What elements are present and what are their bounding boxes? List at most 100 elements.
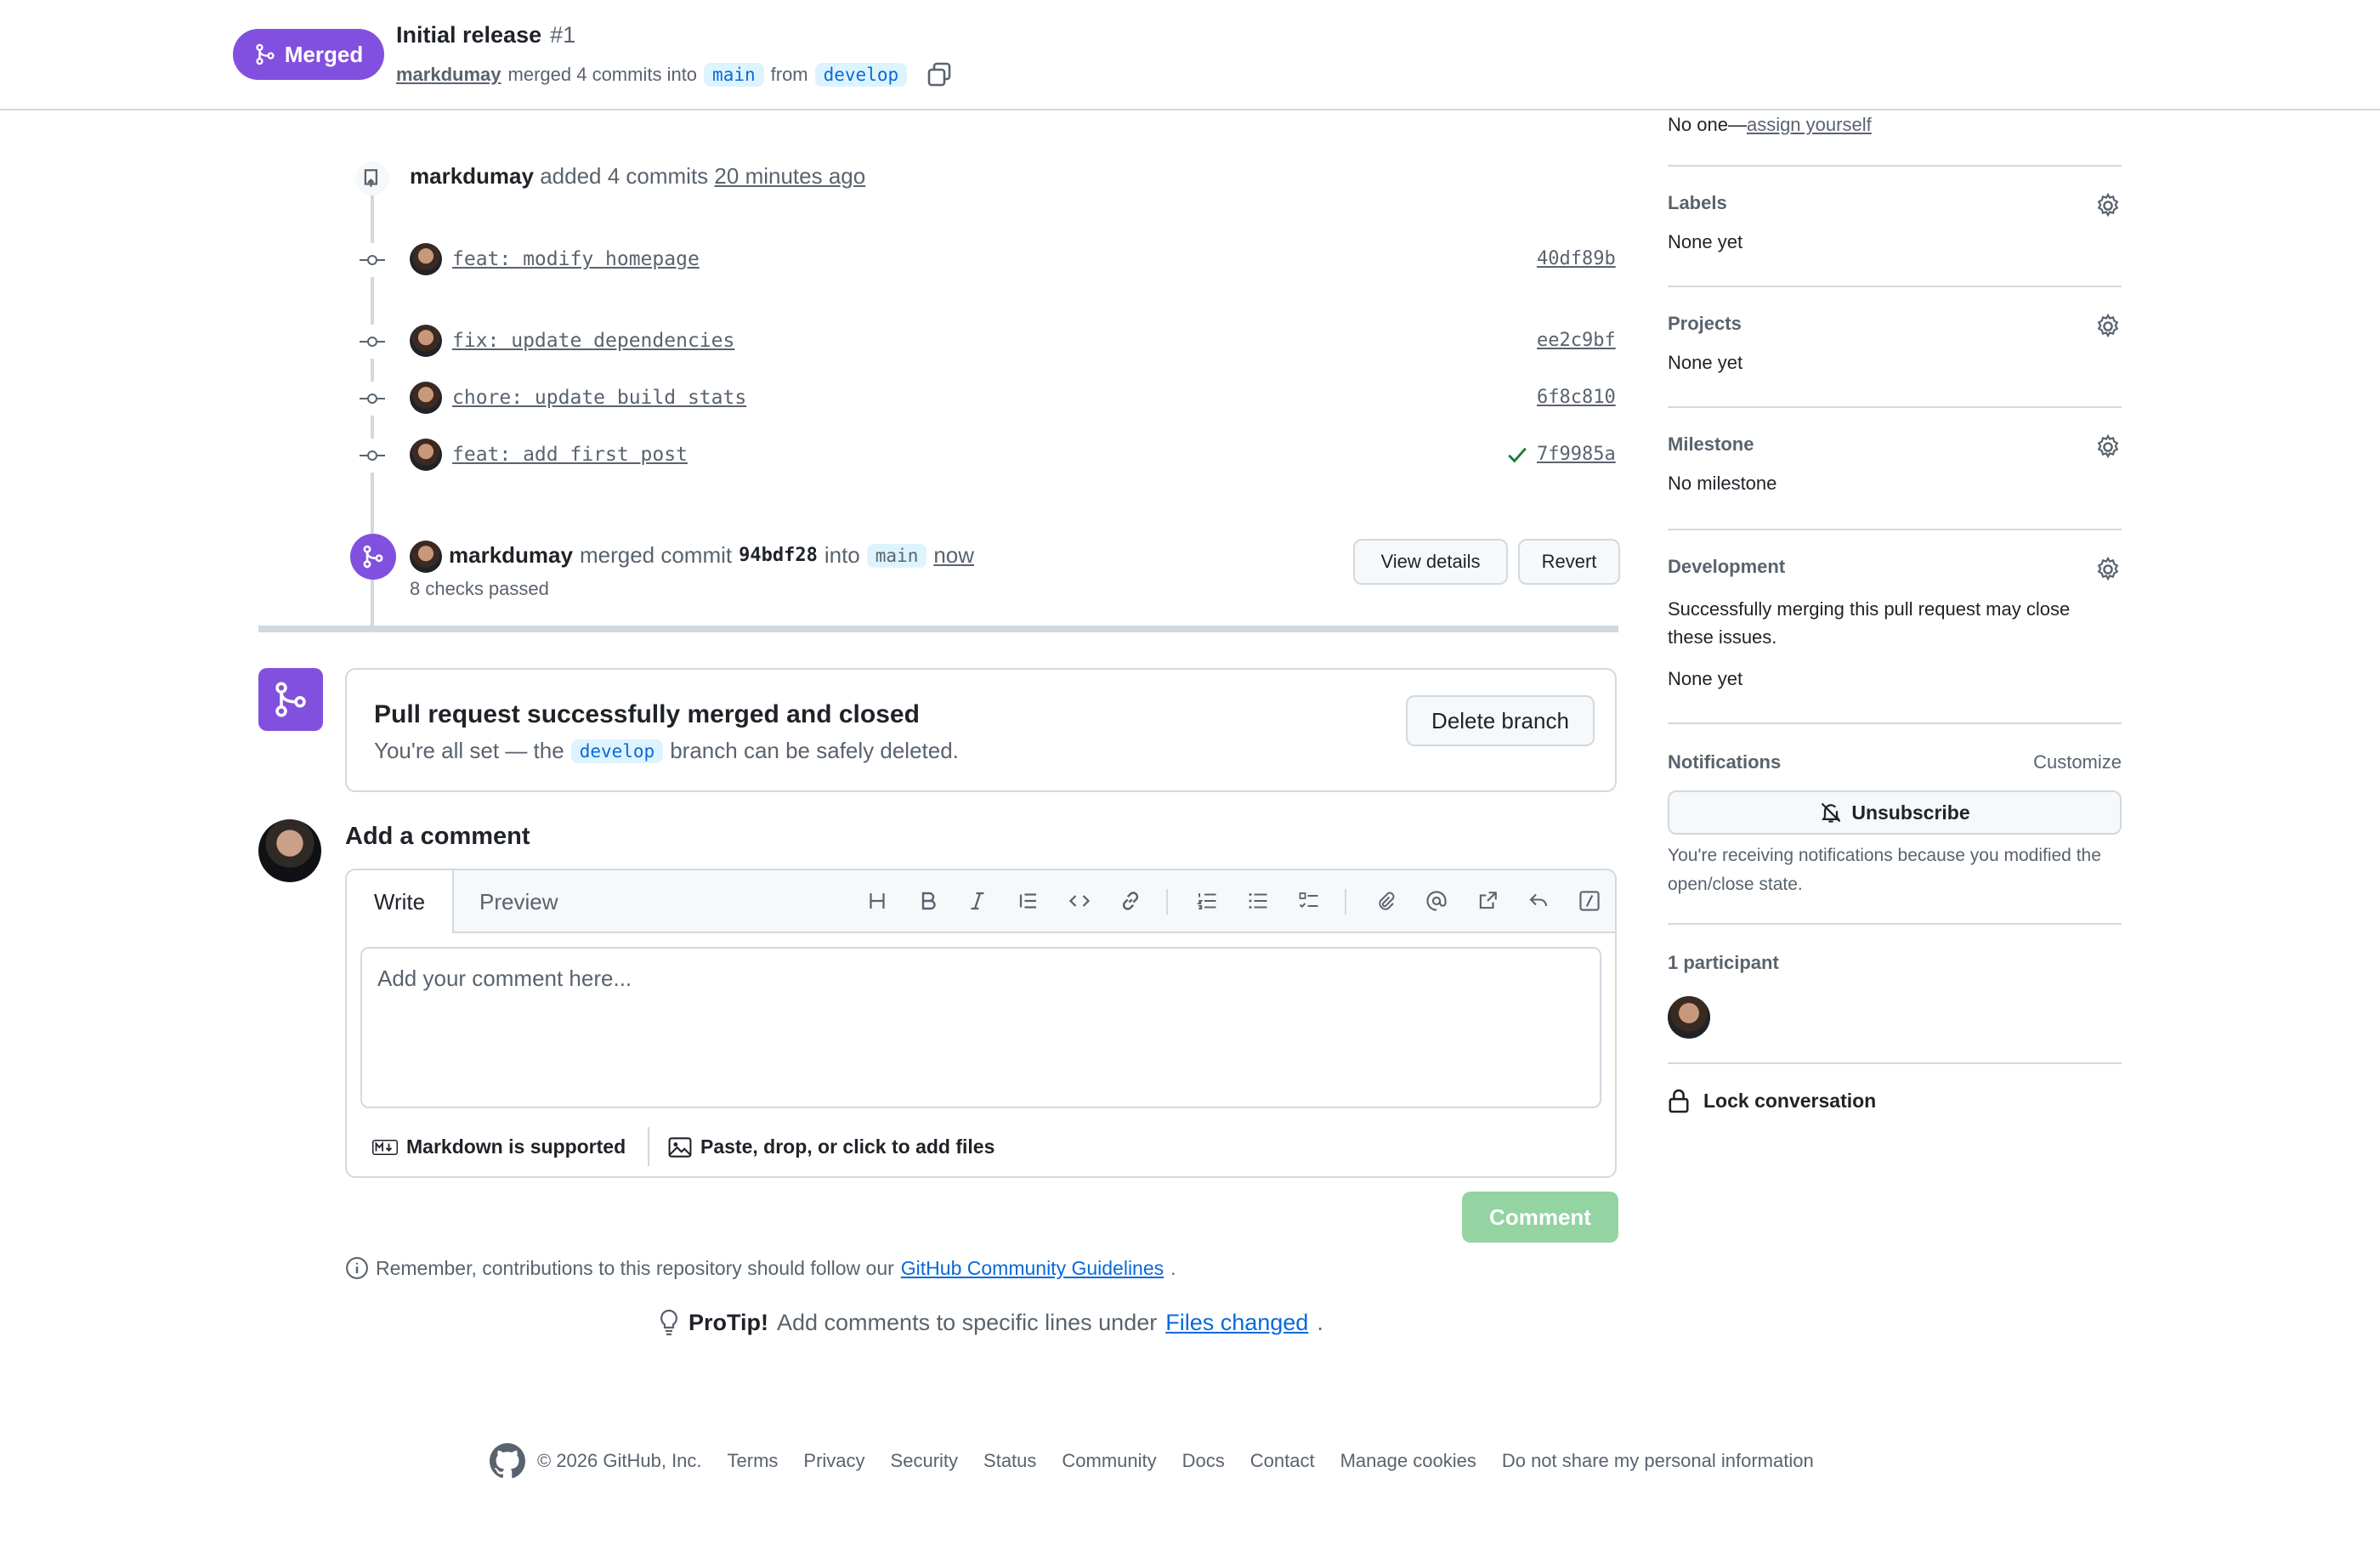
cross-reference-icon[interactable] xyxy=(1470,886,1504,916)
commit-message-link[interactable]: chore: update build stats xyxy=(452,387,746,409)
copy-icon[interactable] xyxy=(926,61,953,88)
git-merge-icon xyxy=(256,43,275,65)
development-value: None yet xyxy=(1668,668,1743,689)
base-branch[interactable]: main xyxy=(704,63,764,87)
gear-icon[interactable] xyxy=(2094,313,2122,340)
task-list-icon[interactable] xyxy=(1292,886,1326,916)
markdown-note: Markdown is supported xyxy=(406,1135,626,1158)
site-footer: © 2026 GitHub, Inc. Terms Privacy Securi… xyxy=(490,1443,1814,1479)
avatar[interactable] xyxy=(258,819,321,882)
footer-link-terms[interactable]: Terms xyxy=(728,1450,779,1472)
remember-text: Remember, contributions to this reposito… xyxy=(376,1256,894,1279)
participant-avatar[interactable] xyxy=(1668,996,1710,1039)
footer-link-privacy[interactable]: Privacy xyxy=(803,1450,864,1472)
code-icon[interactable] xyxy=(1062,886,1096,916)
lock-conversation-button[interactable]: Lock conversation xyxy=(1668,1088,2122,1113)
reply-icon[interactable] xyxy=(1522,886,1556,916)
assign-yourself-link[interactable]: assign yourself xyxy=(1747,114,1872,135)
added-event-text: added 4 commits xyxy=(540,163,709,189)
avatar[interactable] xyxy=(410,325,442,357)
footer-link-status[interactable]: Status xyxy=(983,1450,1036,1472)
sidebar-divider xyxy=(1668,1062,2122,1064)
commit-sha-link[interactable]: 6f8c810 xyxy=(1537,387,1616,408)
comment-editor: Write Preview Add your comment here... M… xyxy=(345,869,1617,1178)
delete-branch-button[interactable]: Delete branch xyxy=(1406,695,1595,746)
commit-message-link[interactable]: fix: update dependencies xyxy=(452,330,734,352)
footer-link-docs[interactable]: Docs xyxy=(1182,1450,1225,1472)
labels-section: Labels None yet xyxy=(1668,192,2122,260)
avatar[interactable] xyxy=(410,439,442,471)
unordered-list-icon[interactable] xyxy=(1241,886,1275,916)
git-merge-icon xyxy=(350,534,396,580)
bold-icon[interactable] xyxy=(911,886,945,916)
tab-write[interactable]: Write xyxy=(347,870,454,933)
heading-icon[interactable] xyxy=(860,886,894,916)
footer-link-manage-cookies[interactable]: Manage cookies xyxy=(1340,1450,1476,1472)
files-changed-link[interactable]: Files changed xyxy=(1165,1310,1308,1336)
checks-passed[interactable]: 8 checks passed xyxy=(410,578,549,600)
avatar[interactable] xyxy=(410,243,442,275)
commit-sha-link[interactable]: ee2c9bf xyxy=(1537,330,1616,351)
attach-files-button[interactable]: Paste, drop, or click to add files xyxy=(668,1135,994,1158)
pr-author-link[interactable]: markdumay xyxy=(396,64,502,86)
avatar[interactable] xyxy=(410,382,442,414)
gear-icon[interactable] xyxy=(2094,192,2122,219)
merge-commit-sha[interactable]: 94bdf28 xyxy=(739,545,818,566)
from-text: from xyxy=(770,64,808,85)
sidebar-divider xyxy=(1668,923,2122,925)
ordered-list-icon[interactable] xyxy=(1190,886,1224,916)
quote-icon[interactable] xyxy=(1012,886,1046,916)
added-event-time[interactable]: 20 minutes ago xyxy=(714,163,865,189)
view-details-button[interactable]: View details xyxy=(1353,539,1508,585)
gear-icon[interactable] xyxy=(2094,433,2122,461)
tab-preview[interactable]: Preview xyxy=(479,870,558,933)
footer-link-contact[interactable]: Contact xyxy=(1250,1450,1315,1472)
add-comment-heading: Add a comment xyxy=(345,823,530,850)
markdown-icon xyxy=(372,1139,398,1155)
unsubscribe-label: Unsubscribe xyxy=(1851,801,1970,824)
git-commit-icon xyxy=(355,382,389,416)
markdown-supported-link[interactable]: Markdown is supported xyxy=(372,1135,626,1158)
commit-message-link[interactable]: feat: add first post xyxy=(452,444,688,466)
sidebar-divider xyxy=(1668,406,2122,408)
check-icon[interactable] xyxy=(1506,444,1528,466)
paperclip-icon[interactable] xyxy=(1368,886,1402,916)
sidebar-divider xyxy=(1668,722,2122,724)
added-event-author[interactable]: markdumay xyxy=(410,163,534,189)
community-guidelines-link[interactable]: GitHub Community Guidelines xyxy=(901,1257,1164,1280)
link-icon[interactable] xyxy=(1114,886,1148,916)
avatar[interactable] xyxy=(410,541,442,573)
milestone-value: No milestone xyxy=(1668,473,1777,494)
development-description: Successfully merging this pull request m… xyxy=(1668,598,2071,648)
head-branch[interactable]: develop xyxy=(814,63,908,87)
italic-icon[interactable] xyxy=(960,886,994,916)
merge-event-author[interactable]: markdumay xyxy=(449,542,573,569)
revert-button[interactable]: Revert xyxy=(1518,539,1620,585)
footer-link-community[interactable]: Community xyxy=(1062,1450,1156,1472)
timeline-end-divider xyxy=(258,626,1618,632)
merge-event-text: merged commit xyxy=(579,542,733,568)
pr-title-text: Initial release xyxy=(396,22,542,48)
community-guidelines-note: Remember, contributions to this reposito… xyxy=(345,1256,1176,1280)
footer-link-security[interactable]: Security xyxy=(891,1450,958,1472)
github-logo-icon[interactable] xyxy=(490,1443,525,1479)
commit-sha-link[interactable]: 40df89b xyxy=(1537,248,1616,269)
slash-command-icon[interactable] xyxy=(1572,886,1606,916)
unsubscribe-button[interactable]: Unsubscribe xyxy=(1668,790,2122,835)
gear-icon[interactable] xyxy=(2094,556,2122,583)
merge-event-time[interactable]: now xyxy=(933,542,974,569)
milestone-section: Milestone No milestone xyxy=(1668,433,2122,501)
merge-target-branch[interactable]: main xyxy=(866,543,927,568)
comment-textarea[interactable]: Add your comment here... xyxy=(360,947,1601,1108)
merged-box-title: Pull request successfully merged and clo… xyxy=(374,700,920,728)
assignees-section: No one—assign yourself xyxy=(1668,114,2122,136)
pr-merge-summary: markdumay merged 4 commits into main fro… xyxy=(396,61,953,88)
mention-icon[interactable] xyxy=(1420,886,1454,916)
footer-link-do-not-share[interactable]: Do not share my personal information xyxy=(1502,1450,1814,1472)
merged-box-branch[interactable]: develop xyxy=(570,739,664,763)
commit-message-link[interactable]: feat: modify homepage xyxy=(452,248,700,270)
notifications-customize-link[interactable]: Customize xyxy=(2033,751,2122,773)
comment-submit-button[interactable]: Comment xyxy=(1462,1192,1618,1243)
commit-sha-link[interactable]: 7f9985a xyxy=(1537,444,1616,465)
lock-icon xyxy=(1669,1089,1689,1113)
